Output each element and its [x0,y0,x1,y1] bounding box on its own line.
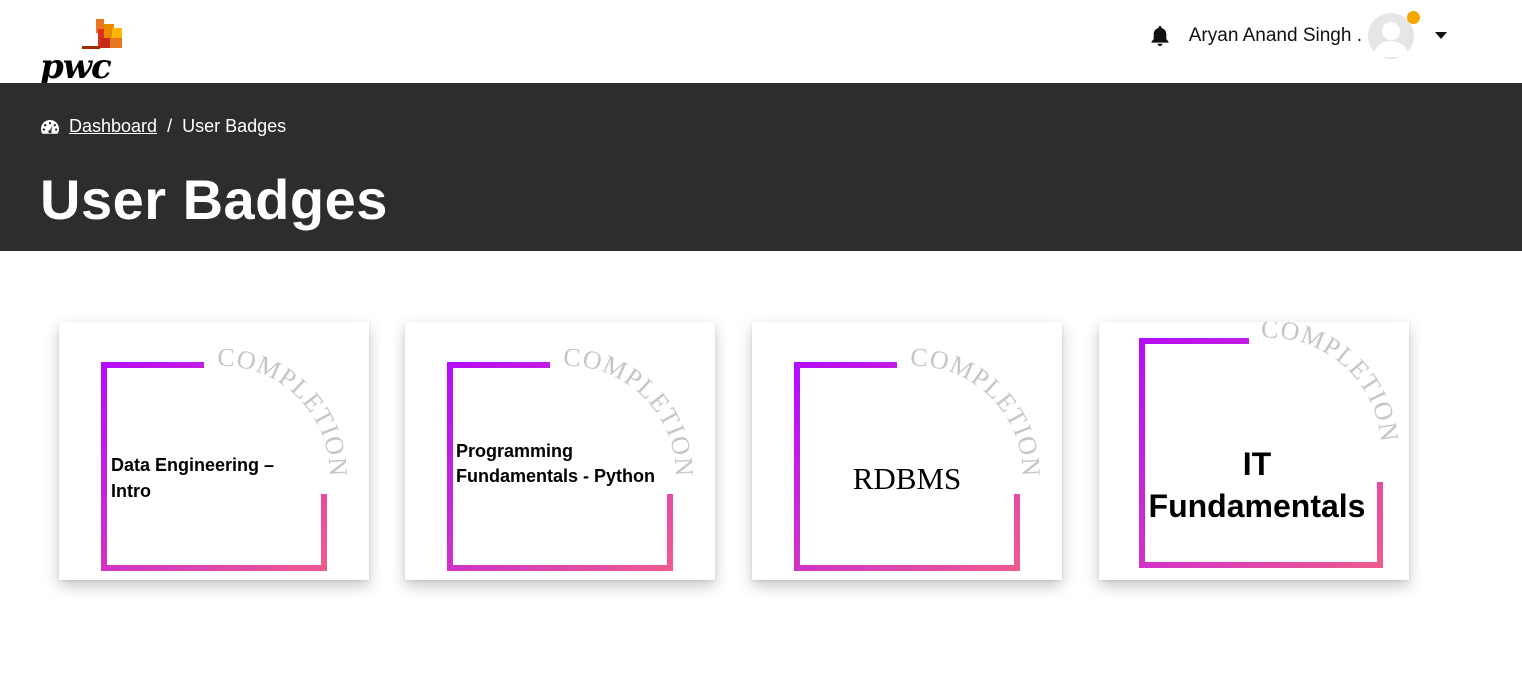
badge-frame-graphic: COMPLETION [101,343,352,571]
user-name[interactable]: Aryan Anand Singh . [1189,25,1362,47]
top-bar: pwc Aryan Anand Singh . [0,0,1522,86]
status-indicator [1407,11,1420,24]
page-title: User Badges [40,168,388,231]
badge-frame-graphic: COMPLETION [794,343,1046,571]
badge-list: COMPLETION Data Engineering – Intro COMP… [59,322,1459,582]
breadcrumb: Dashboard / User Badges [40,116,286,137]
breadcrumb-dashboard-link[interactable]: Dashboard [69,116,157,137]
caret-down-icon[interactable] [1434,29,1448,43]
badge-title: IT Fundamentals [1148,446,1366,524]
badge-card[interactable]: COMPLETION RDBMS [752,322,1062,580]
badge-card[interactable]: COMPLETION Data Engineering – Intro [59,322,369,580]
user-menu: Aryan Anand Singh . [1149,11,1448,60]
pwc-logo[interactable]: pwc [38,16,138,86]
badge-ribbon-text: COMPLETION [910,343,1046,478]
badge-card[interactable]: COMPLETION IT Fundamentals [1099,322,1409,580]
pwc-wordmark: pwc [40,47,112,87]
badge-title: Programming Fundamentals - Python [456,441,656,487]
badge-ribbon-text: COMPLETION [1261,322,1404,444]
badge-title: RDBMS [852,461,962,496]
badge-title: Data Engineering – Intro [111,455,275,502]
bell-icon[interactable] [1149,25,1171,47]
page-header-banner: Dashboard / User Badges User Badges [0,83,1522,251]
avatar-container[interactable] [1368,11,1420,59]
badge-card[interactable]: COMPLETION Programming Fundamentals - Py… [405,322,715,580]
dashboard-gauge-icon [41,119,59,134]
breadcrumb-current: User Badges [182,116,287,136]
breadcrumb-separator: / [167,116,173,136]
